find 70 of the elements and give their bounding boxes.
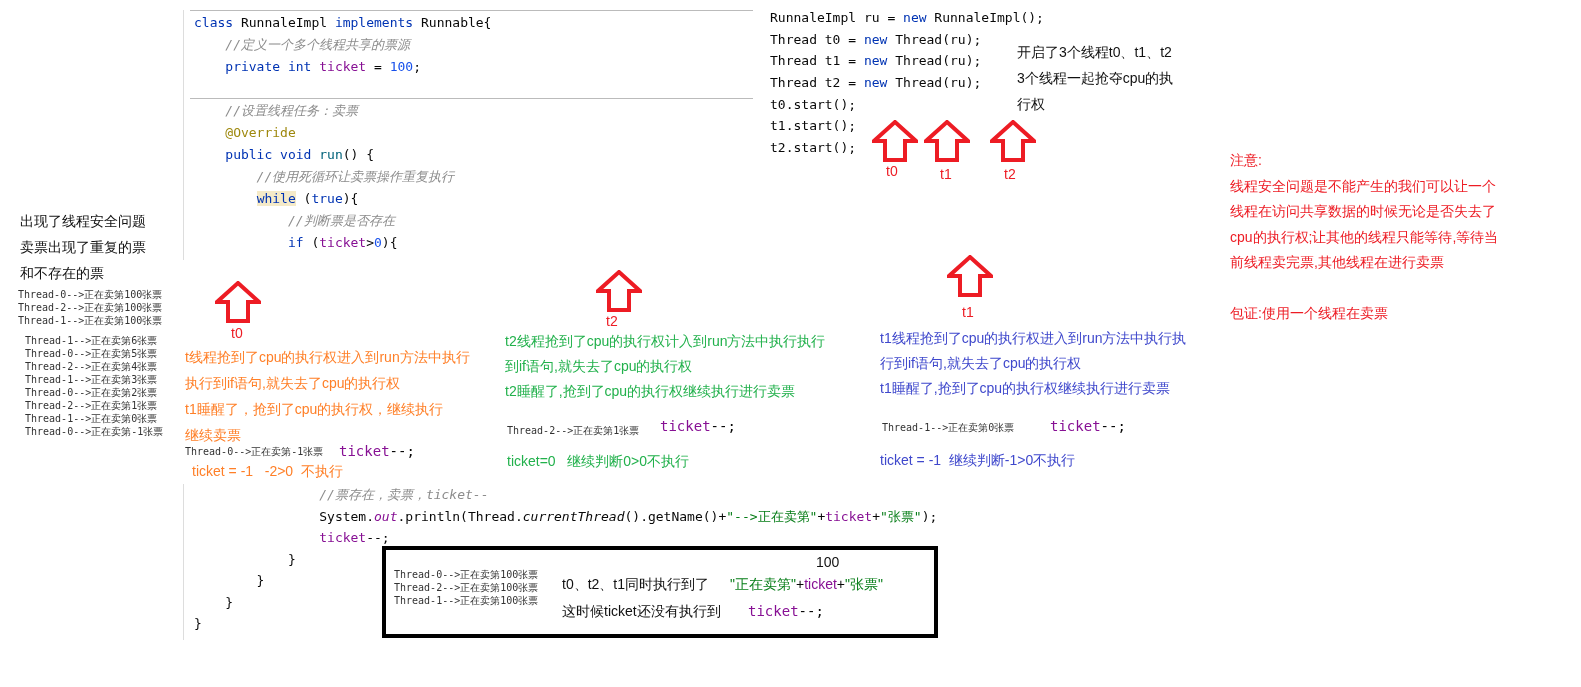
code-line: //票存在，卖票，ticket-- xyxy=(318,486,489,504)
code-line: ticket--; xyxy=(318,529,390,547)
up-arrow xyxy=(990,120,1036,162)
code-line: Thread t2 = new Thread(ru); xyxy=(770,74,982,93)
up-arrow xyxy=(215,281,261,323)
code-line: if (ticket>0){ xyxy=(286,234,398,252)
console-line: Thread-1-->正在卖第100张票 xyxy=(18,314,163,327)
code-line: Thread t1 = new Thread(ru); xyxy=(770,52,982,71)
arrow-label: t0 xyxy=(886,162,898,181)
note-text: t0、t2、t1同时执行到了 xyxy=(562,575,710,594)
value-text: 100 xyxy=(816,553,840,572)
code-line: } xyxy=(286,550,296,569)
arrow-label: t2 xyxy=(606,312,618,331)
code-line: } xyxy=(255,572,265,590)
code-line: class RunnaleImpl implements Runnable{ xyxy=(194,14,492,32)
code-line: t0.start(); xyxy=(770,95,857,114)
arrow-label: t1 xyxy=(940,165,952,184)
console-line: Thread-0-->正在卖第-1张票 xyxy=(25,425,164,438)
code-line: private int ticket = 100; xyxy=(224,58,421,76)
arrow-label: t0 xyxy=(231,324,243,343)
code-line: System.out.println(Thread.currentThread().getName()+"-->正在卖第"+ticket+"张票"); xyxy=(318,507,938,526)
code-line: @Override xyxy=(224,124,296,142)
arrow-label: t2 xyxy=(1004,165,1016,184)
console-line: Thread-1-->正在卖第0张票 xyxy=(882,421,1015,435)
console-line: Thread-0-->正在卖第100张票 xyxy=(18,288,163,301)
code-line: ticket--; xyxy=(660,417,736,436)
console-line: Thread-1-->正在卖第6张票 xyxy=(25,334,158,347)
console-line: Thread-2-->正在卖第100张票 xyxy=(18,301,163,314)
code-line: ticket--; xyxy=(1050,417,1126,436)
note-text: t2线程抢到了cpu的执行权计入到run方法中执行执行 到if语句,就失去了cpu的执行权 t2睡醒了,抢到了cpu的执行权继续执行进行卖票 xyxy=(505,332,826,401)
console-line: Thread-0-->正在卖第-1张票 xyxy=(185,445,324,459)
console-line: Thread-1-->正在卖第0张票 xyxy=(25,412,158,425)
console-line: Thread-2-->正在卖第100张票 xyxy=(394,581,539,594)
code-line: "正在卖第"+ticket+"张票" xyxy=(730,575,883,594)
note-text: t1线程抢到了cpu的执行权进入到run方法中执行执 行到if语句,就失去了cpu的执行权 t1睡醒了,抢到了cpu的执行权继续执行进行卖票 xyxy=(880,329,1187,398)
code-line: ticket--; xyxy=(339,442,415,461)
code-line: //定义一个多个线程共享的票源 xyxy=(224,36,410,54)
console-line: Thread-0-->正在卖第5张票 xyxy=(25,347,158,360)
note-text: t线程抢到了cpu的执行权进入到run方法中执行 执行到if语句,就失去了cpu的执行权 t1睡醒了，抢到了cpu的执行权，继续执行 继续卖票 xyxy=(185,348,470,445)
code-line: } xyxy=(224,593,234,612)
arrow-label: t1 xyxy=(962,303,974,322)
code-line: Thread t0 = new Thread(ru); xyxy=(770,30,982,49)
code-line: public void run() { xyxy=(224,146,375,164)
console-line: Thread-1-->正在卖第100张票 xyxy=(394,594,539,607)
note-text: 注意: 线程安全问题是不能产生的我们可以让一个 线程在访问共享数据的时候无论是否失去了 cpu的执行权;让其他的线程只能等待,等待当 前线程卖完票,其他线程在进行卖票 包证:使用一个线程在卖票 xyxy=(1230,151,1499,323)
note-text: 这时候ticket还没有执行到 xyxy=(562,602,721,621)
code-line: //判断票是否存在 xyxy=(286,212,395,230)
up-arrow xyxy=(947,255,993,297)
code-line: //使用死循环让卖票操作重复执行 xyxy=(255,168,455,186)
note-text: ticket=0 继续判断0>0不执行 xyxy=(507,452,690,471)
console-line: Thread-2-->正在卖第4张票 xyxy=(25,360,158,373)
note-text: 开启了3个线程t0、t1、t2 3个线程一起抢夺cpu的执 行权 xyxy=(1017,43,1174,114)
console-line: Thread-1-->正在卖第3张票 xyxy=(25,373,158,386)
console-line: Thread-0-->正在卖第2张票 xyxy=(25,386,158,399)
code-line: //设置线程任务：卖票 xyxy=(224,102,358,120)
up-arrow xyxy=(924,120,970,162)
note-text: 出现了线程安全问题 卖票出现了重复的票 和不存在的票 xyxy=(20,212,146,283)
up-arrow xyxy=(872,120,918,162)
note-text: ticket = -1 -2>0 不执行 xyxy=(192,462,343,481)
code-line: t2.start(); xyxy=(770,139,857,158)
code-line: RunnaleImpl ru = new RunnaleImpl(); xyxy=(770,9,1044,27)
note-text: ticket = -1 继续判断-1>0不执行 xyxy=(880,451,1076,470)
console-line: Thread-2-->正在卖第1张票 xyxy=(25,399,158,412)
code-line: } xyxy=(194,615,202,633)
code-line: while (true){ xyxy=(255,190,359,208)
code-line: ticket--; xyxy=(748,602,824,621)
console-line: Thread-2-->正在卖第1张票 xyxy=(507,424,640,438)
code-line: t1.start(); xyxy=(770,117,857,136)
up-arrow xyxy=(596,270,642,312)
console-line: Thread-0-->正在卖第100张票 xyxy=(394,568,539,581)
